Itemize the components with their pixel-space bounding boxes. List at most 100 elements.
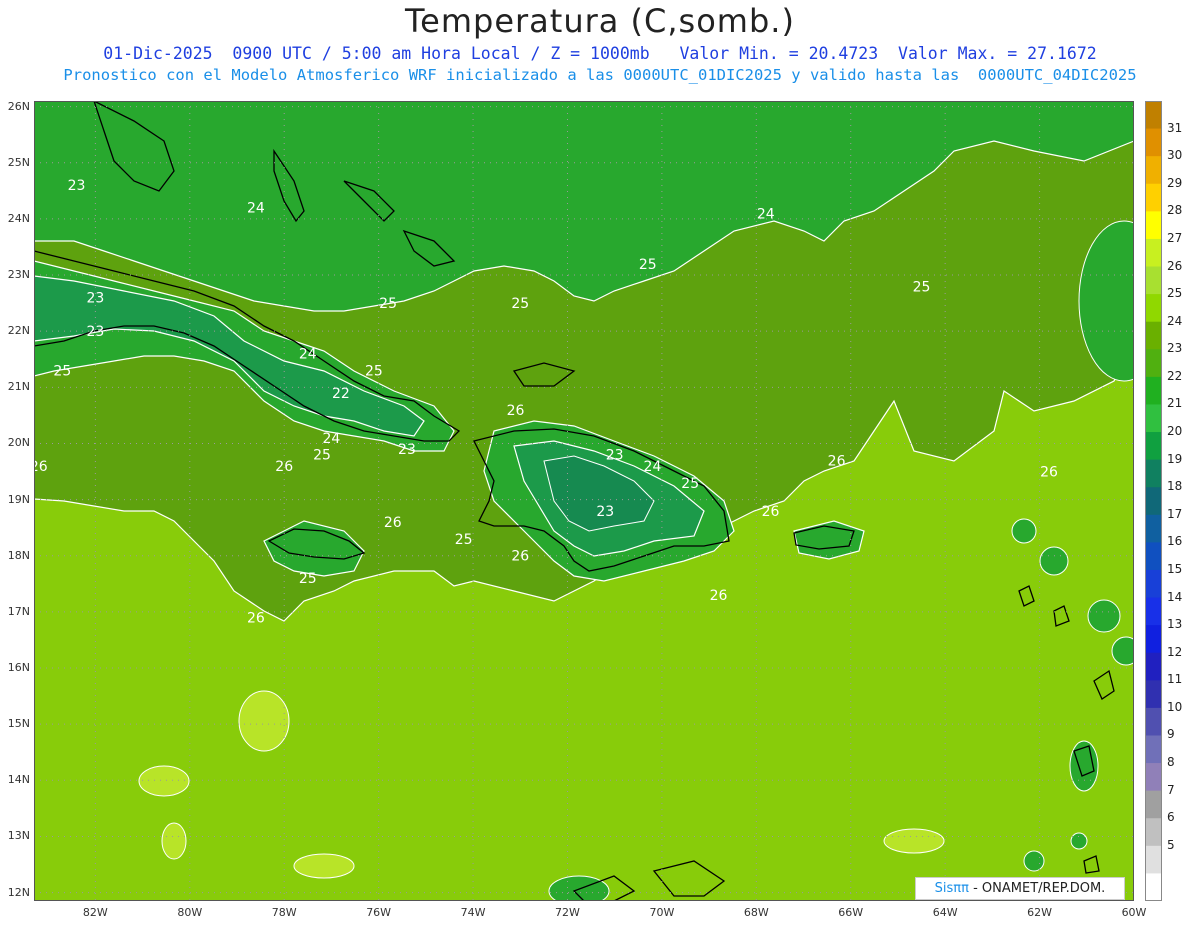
colorbar-tick-label: 11 (1167, 672, 1183, 687)
colorbar-swatch (1145, 321, 1162, 350)
colorbar-tick-label: 22 (1167, 368, 1183, 383)
contour-label: 24 (757, 206, 775, 222)
lat-tick-label: 17N (7, 604, 30, 618)
forecast-time-subtitle: 01-Dic-2025 0900 UTC / 5:00 am Hora Loca… (103, 44, 1097, 63)
contour-label: 25 (299, 571, 317, 587)
temp-zone-24 (1039, 546, 1069, 576)
temp-zone-24 (1069, 740, 1099, 792)
lon-tick-label: 80W (177, 906, 203, 919)
colorbar-swatch (1145, 459, 1162, 488)
colorbar-swatch (1145, 211, 1162, 240)
colorbar-swatch (1145, 404, 1162, 433)
colorbar-tick-label: 25 (1167, 286, 1183, 301)
colorbar-swatch (1145, 625, 1162, 654)
colorbar-swatch (1145, 790, 1162, 819)
temp-zone-24 (1087, 599, 1121, 633)
colorbar-swatch (1145, 266, 1162, 295)
brand-logo-text: Sisππ (934, 881, 969, 896)
colorbar-tick-label: 5 (1167, 837, 1175, 852)
colorbar-swatch (1145, 101, 1162, 130)
colorbar-swatch (1145, 514, 1162, 543)
colorbar-swatch (1145, 183, 1162, 212)
temp-zone-27 (293, 853, 355, 879)
lon-tick-label: 82W (82, 906, 108, 919)
contour-label: 26 (275, 459, 293, 475)
colorbar-swatch (1145, 128, 1162, 157)
temp-zone-27 (883, 828, 945, 854)
colorbar-tick-label: 21 (1167, 396, 1183, 411)
lat-tick-label: 24N (7, 211, 30, 225)
contour-label: 23 (606, 448, 624, 464)
lon-tick-label: 76W (366, 906, 392, 919)
temp-zone-24 (1011, 518, 1037, 544)
lat-tick-label: 14N (7, 773, 30, 787)
colorbar-tick-label: 26 (1167, 258, 1183, 273)
colorbar-swatch (1145, 597, 1162, 626)
contour-label: 25 (313, 448, 331, 464)
colorbar-tick-label: 6 (1167, 810, 1175, 825)
lon-tick-label: 60W (1121, 906, 1147, 919)
lon-tick-label: 70W (649, 906, 675, 919)
colorbar-swatch (1145, 763, 1162, 792)
lat-tick-label: 22N (7, 324, 30, 338)
credit-box: Sisππ - ONAMET/REP.DOM. (915, 877, 1125, 900)
colorbar-tick-label: 7 (1167, 782, 1175, 797)
contour-label: 25 (913, 279, 931, 295)
contour-label: 25 (681, 476, 699, 492)
colorbar-swatch (1145, 156, 1162, 185)
colorbar-swatch (1145, 652, 1162, 681)
contour-label: 26 (511, 549, 529, 565)
colorbar-tick-label: 10 (1167, 699, 1183, 714)
colorbar-swatch (1145, 569, 1162, 599)
temperature-map: 2324 24252523 25 25232425 2522262425 23 232426… (34, 101, 1134, 901)
colorbar-swatch (1145, 818, 1162, 847)
lat-tick-label: 13N (7, 829, 30, 843)
lon-tick-label: 66W (838, 906, 864, 919)
colorbar-swatch (1145, 376, 1162, 405)
colorbar-swatch (1145, 294, 1162, 323)
lat-tick-label: 23N (7, 268, 30, 282)
temp-zone-24 (1070, 832, 1088, 850)
contour-label: 26 (34, 459, 48, 475)
contour-label: 24 (323, 431, 341, 447)
colorbar-tick-label: 12 (1167, 644, 1183, 659)
lat-tick-label: 12N (7, 885, 30, 899)
map-title: Temperatura (C,somb.) (405, 2, 795, 40)
contour-label: 25 (379, 296, 397, 312)
colorbar-tick-label: 17 (1167, 506, 1183, 521)
model-info-subtitle: Pronostico con el Modelo Atmosferico WRF… (63, 66, 1137, 84)
lat-tick-label: 19N (7, 492, 30, 506)
contour-label: 25 (365, 363, 383, 379)
contour-label: 26 (762, 504, 780, 520)
lat-tick-label: 25N (7, 155, 30, 169)
colorbar-tick-label: 8 (1167, 755, 1175, 770)
colorbar-swatch (1145, 349, 1162, 378)
contour-label: 26 (507, 403, 525, 419)
colorbar-tick-label: 29 (1167, 175, 1183, 190)
lat-tick-label: 21N (7, 380, 30, 394)
lat-tick-label: 26N (7, 99, 30, 113)
colorbar-tick-label: 13 (1167, 617, 1183, 632)
lon-tick-label: 72W (555, 906, 580, 919)
colorbar-swatch (1145, 735, 1162, 764)
colorbar-swatch (1145, 680, 1162, 709)
lon-tick-label: 74W (460, 906, 486, 919)
colorbar-swatch (1145, 873, 1162, 901)
contour-label: 23 (86, 324, 104, 340)
temp-zone-27 (238, 690, 290, 752)
colorbar-tick-label: 16 (1167, 534, 1183, 549)
colorbar-tick-label: 15 (1167, 561, 1183, 576)
colorbar-tick-label: 19 (1167, 451, 1183, 466)
contour-label: 26 (247, 610, 265, 626)
contour-label: 26 (384, 515, 402, 531)
lat-tick-label: 18N (7, 548, 30, 562)
colorbar-tick-label: 23 (1167, 341, 1183, 356)
colorbar-swatch (1145, 432, 1162, 461)
contour-label: 23 (68, 178, 86, 194)
contour-label: 25 (511, 296, 529, 312)
colorbar-swatch (1145, 845, 1162, 874)
colorbar-swatch (1145, 487, 1162, 516)
lon-tick-label: 62W (1027, 906, 1053, 919)
contour-label: 23 (86, 290, 104, 306)
colorbar-tick-label: 9 (1167, 727, 1175, 742)
